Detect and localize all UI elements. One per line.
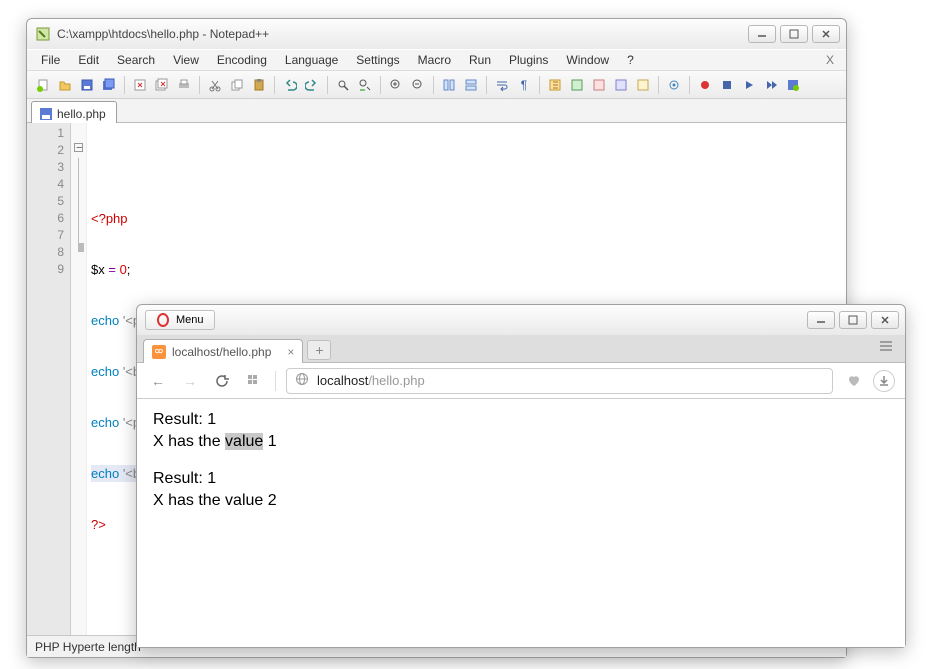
close-button[interactable]	[871, 311, 899, 329]
speed-dial-button[interactable]	[243, 370, 265, 392]
browser-tab[interactable]: ထ localhost/hello.php ×	[143, 339, 303, 363]
save-icon[interactable]	[77, 75, 97, 95]
play-multi-icon[interactable]	[761, 75, 781, 95]
menu-search[interactable]: Search	[109, 51, 163, 69]
paste-icon[interactable]	[249, 75, 269, 95]
zoom-out-icon[interactable]	[408, 75, 428, 95]
bookmark-heart-icon[interactable]	[843, 370, 865, 392]
file-tab-bar: hello.php	[27, 99, 846, 123]
menu-window[interactable]: Window	[558, 51, 617, 69]
browser-tab-bar: ထ localhost/hello.php × +	[137, 335, 905, 363]
monitor-icon[interactable]	[664, 75, 684, 95]
site-info-icon[interactable]	[295, 372, 309, 389]
maximize-button[interactable]	[839, 311, 867, 329]
wrap-icon[interactable]	[492, 75, 512, 95]
find-icon[interactable]	[333, 75, 353, 95]
play-icon[interactable]	[739, 75, 759, 95]
close-all-icon[interactable]	[152, 75, 172, 95]
xampp-favicon-icon: ထ	[152, 345, 166, 359]
replace-icon[interactable]	[355, 75, 375, 95]
func-list-icon[interactable]	[633, 75, 653, 95]
copy-icon[interactable]	[227, 75, 247, 95]
file-tab[interactable]: hello.php	[31, 101, 117, 123]
tab-menu-icon[interactable]	[873, 340, 899, 358]
result-paragraph-1: Result: 1X has the value 1	[153, 409, 889, 452]
maximize-button[interactable]	[780, 25, 808, 43]
url-input[interactable]: localhost/hello.php	[286, 368, 833, 394]
menu-edit[interactable]: Edit	[70, 51, 107, 69]
undo-icon[interactable]	[280, 75, 300, 95]
reload-button[interactable]	[211, 370, 233, 392]
opera-titlebar[interactable]: Menu	[137, 305, 905, 335]
menu-run[interactable]: Run	[461, 51, 499, 69]
selected-text: value	[225, 433, 263, 450]
notepadpp-titlebar[interactable]: C:\xampp\htdocs\hello.php - Notepad++	[27, 19, 846, 49]
sync-v-icon[interactable]	[439, 75, 459, 95]
new-tab-button[interactable]: +	[307, 340, 331, 360]
zoom-in-icon[interactable]	[386, 75, 406, 95]
menu-macro[interactable]: Macro	[410, 51, 459, 69]
opera-logo-icon	[156, 313, 170, 327]
toolbar: ¶	[27, 71, 846, 99]
tab-title: localhost/hello.php	[172, 345, 271, 359]
menu-help[interactable]: ?	[619, 51, 642, 69]
opera-menu-button[interactable]: Menu	[145, 310, 215, 330]
menu-view[interactable]: View	[165, 51, 207, 69]
fold-gutter[interactable]	[71, 123, 87, 635]
downloads-icon[interactable]	[873, 370, 895, 392]
status-text: PHP Hyperte length	[35, 640, 141, 654]
sync-h-icon[interactable]	[461, 75, 481, 95]
redo-icon[interactable]	[302, 75, 322, 95]
cut-icon[interactable]	[205, 75, 225, 95]
record-icon[interactable]	[695, 75, 715, 95]
menu-language[interactable]: Language	[277, 51, 346, 69]
doc-map-icon[interactable]	[611, 75, 631, 95]
print-icon[interactable]	[174, 75, 194, 95]
stop-icon[interactable]	[717, 75, 737, 95]
window-title: C:\xampp\htdocs\hello.php - Notepad++	[57, 27, 269, 41]
close-file-icon[interactable]	[130, 75, 150, 95]
minimize-button[interactable]	[807, 311, 835, 329]
user-lang-icon[interactable]	[567, 75, 587, 95]
open-file-icon[interactable]	[55, 75, 75, 95]
close-button[interactable]	[812, 25, 840, 43]
file-saved-icon	[40, 108, 52, 120]
menubar: File Edit Search View Encoding Language …	[27, 49, 846, 71]
address-bar: ← → localhost/hello.php	[137, 363, 905, 399]
forward-button[interactable]: →	[179, 370, 201, 392]
menu-file[interactable]: File	[33, 51, 68, 69]
menu-encoding[interactable]: Encoding	[209, 51, 275, 69]
minimize-button[interactable]	[748, 25, 776, 43]
notepadpp-app-icon	[35, 26, 51, 42]
line-number-gutter: 123456789	[27, 123, 71, 635]
opera-window: Menu ထ localhost/hello.php × + ← →	[136, 304, 906, 648]
indent-guide-icon[interactable]	[545, 75, 565, 95]
result-paragraph-2: Result: 1X has the value 2	[153, 468, 889, 511]
tab-close-icon[interactable]: ×	[287, 345, 294, 359]
menubar-close-icon[interactable]: X	[820, 53, 840, 67]
menu-settings[interactable]: Settings	[348, 51, 407, 69]
save-macro-icon[interactable]	[783, 75, 803, 95]
new-file-icon[interactable]	[33, 75, 53, 95]
menu-plugins[interactable]: Plugins	[501, 51, 556, 69]
save-all-icon[interactable]	[99, 75, 119, 95]
file-tab-label: hello.php	[57, 107, 106, 121]
folder-doc-icon[interactable]	[589, 75, 609, 95]
page-content: Result: 1X has the value 1 Result: 1X ha…	[137, 399, 905, 647]
back-button[interactable]: ←	[147, 370, 169, 392]
show-all-chars-icon[interactable]: ¶	[514, 75, 534, 95]
